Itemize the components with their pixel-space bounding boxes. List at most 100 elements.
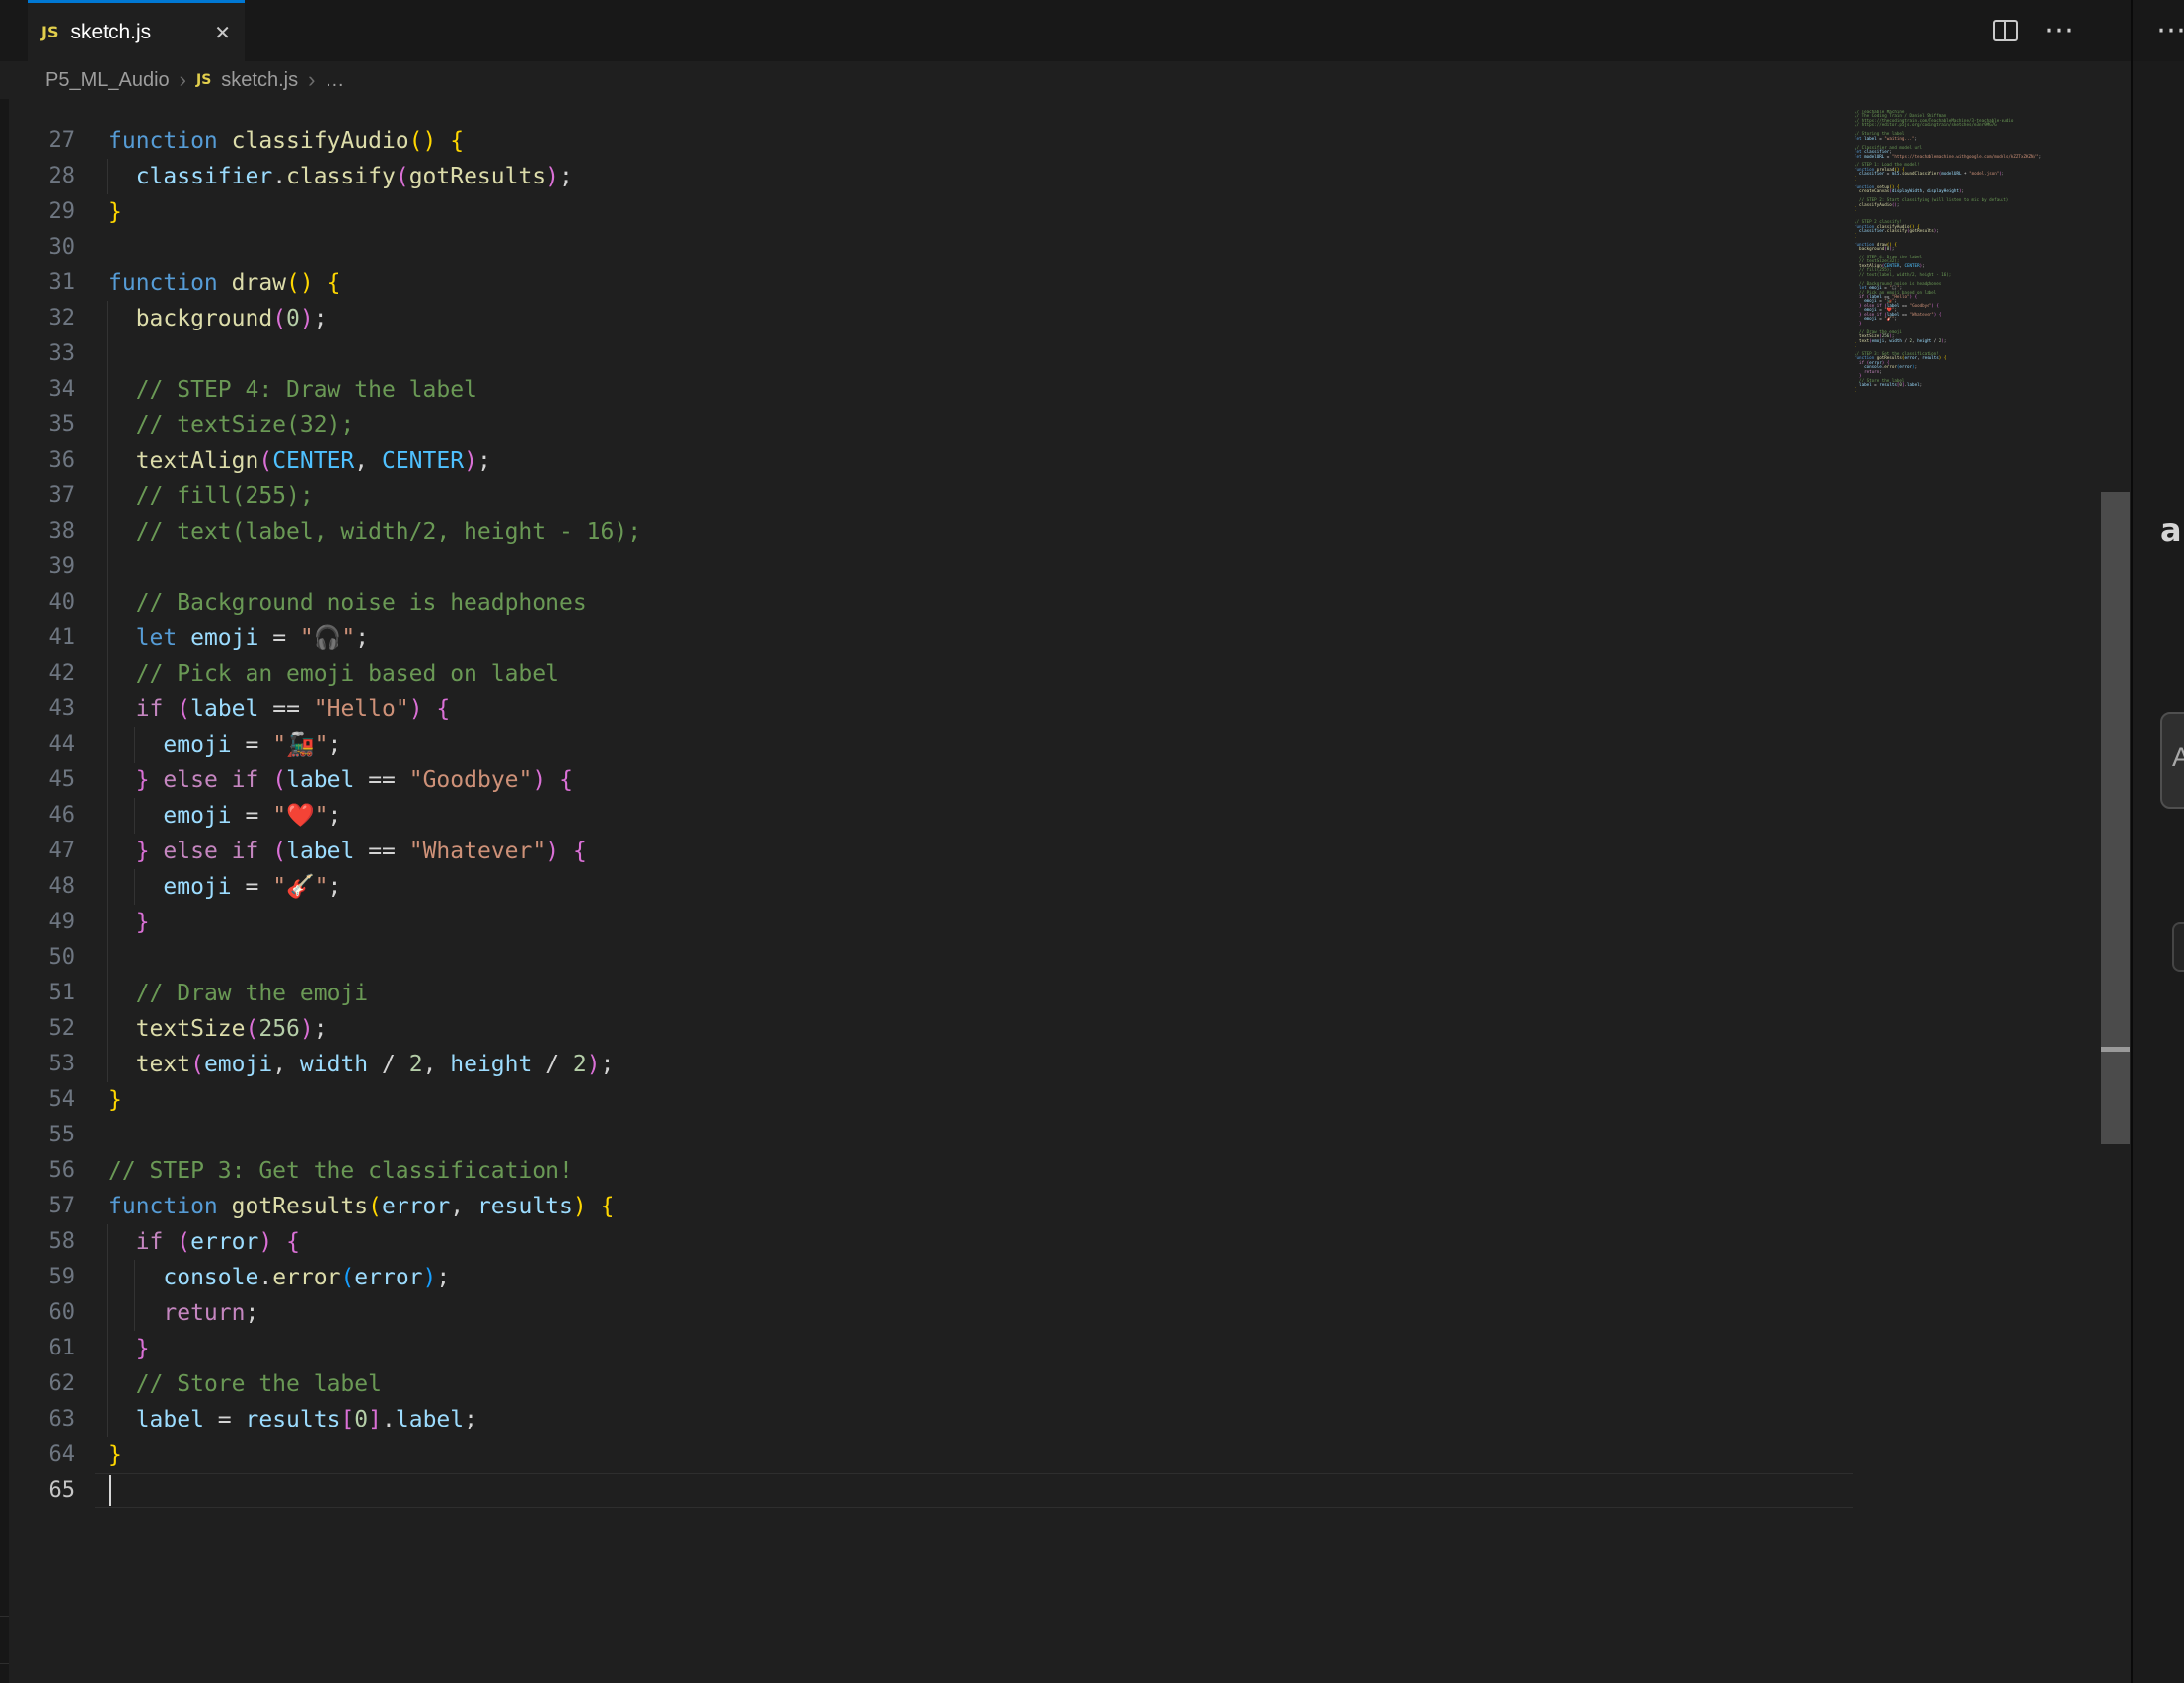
partial-key-card-2[interactable]: [2172, 922, 2184, 972]
indent-guide: [107, 1295, 108, 1331]
line-number: 37: [0, 478, 75, 514]
code-text: }: [109, 905, 150, 940]
line-number: 35: [0, 407, 75, 443]
code-line[interactable]: 57function gotResults(error, results) {: [0, 1189, 2131, 1224]
line-number: 39: [0, 549, 75, 585]
indent-guide: [107, 976, 108, 1011]
code-line[interactable]: 27function classifyAudio() {: [0, 123, 2131, 159]
code-text: if (label == "Hello") {: [109, 692, 450, 727]
chevron-right-icon: ›: [180, 67, 186, 93]
code-text: // Background noise is headphones: [109, 585, 587, 621]
code-line[interactable]: 63 label = results[0].label;: [0, 1402, 2131, 1437]
code-line[interactable]: 51 // Draw the emoji: [0, 976, 2131, 1011]
code-line[interactable]: 40 // Background noise is headphones: [0, 585, 2131, 621]
code-line[interactable]: 60 return;: [0, 1295, 2131, 1331]
code-line[interactable]: 35 // textSize(32);: [0, 407, 2131, 443]
code-line[interactable]: 38 // text(label, width/2, height - 16);: [0, 514, 2131, 549]
code-line[interactable]: 33: [0, 336, 2131, 372]
minimap[interactable]: // Teachable Machine// The Coding Train …: [1855, 110, 2101, 406]
code-text: // text(label, width/2, height - 16);: [109, 514, 641, 549]
code-text: function gotResults(error, results) {: [109, 1189, 614, 1224]
overview-ruler-cursor-marker: [2101, 1047, 2130, 1052]
code-line[interactable]: 61 }: [0, 1331, 2131, 1366]
code-line[interactable]: 31function draw() {: [0, 265, 2131, 301]
indent-guide: [107, 549, 108, 585]
code-line[interactable]: 48 emoji = "🎸";: [0, 869, 2131, 905]
code-line[interactable]: 28 classifier.classify(gotResults);: [0, 159, 2131, 194]
tab-label: sketch.js: [70, 21, 206, 44]
code-line[interactable]: 54}: [0, 1082, 2131, 1118]
indent-guide: [107, 407, 108, 443]
split-editor-icon[interactable]: [1993, 20, 2018, 41]
code-line[interactable]: 45 } else if (label == "Goodbye") {: [0, 763, 2131, 798]
code-line[interactable]: 39: [0, 549, 2131, 585]
partial-text-glyph: a: [2160, 511, 2182, 549]
indent-guide: [107, 1366, 108, 1402]
code-text: if (error) {: [109, 1224, 300, 1260]
line-number: 27: [0, 123, 75, 159]
line-number: 49: [0, 905, 75, 940]
code-line[interactable]: 34 // STEP 4: Draw the label: [0, 372, 2131, 407]
text-cursor: [109, 1475, 111, 1506]
code-line[interactable]: 43 if (label == "Hello") {: [0, 692, 2131, 727]
indent-guide: [107, 1047, 108, 1082]
code-line[interactable]: 42 // Pick an emoji based on label: [0, 656, 2131, 692]
code-line[interactable]: 65: [0, 1473, 2131, 1508]
code-line[interactable]: 37 // fill(255);: [0, 478, 2131, 514]
code-line[interactable]: 29}: [0, 194, 2131, 230]
line-number: 45: [0, 763, 75, 798]
breadcrumb-folder[interactable]: P5_ML_Audio: [45, 69, 170, 92]
line-number: 43: [0, 692, 75, 727]
code-line[interactable]: 32 background(0);: [0, 301, 2131, 336]
line-number: 61: [0, 1331, 75, 1366]
line-number: 60: [0, 1295, 75, 1331]
code-line[interactable]: 55: [0, 1118, 2131, 1153]
code-line[interactable]: 52 textSize(256);: [0, 1011, 2131, 1047]
code-line[interactable]: 47 } else if (label == "Whatever") {: [0, 834, 2131, 869]
code-text: }: [109, 1082, 122, 1118]
code-text: } else if (label == "Whatever") {: [109, 834, 587, 869]
code-line[interactable]: 64}: [0, 1437, 2131, 1473]
code-line[interactable]: 49 }: [0, 905, 2131, 940]
editor-actions: ⋯: [1993, 0, 2111, 61]
second-group-tab-strip: ⋯: [2133, 0, 2184, 61]
line-number: 29: [0, 194, 75, 230]
code-line[interactable]: 62 // Store the label: [0, 1366, 2131, 1402]
indent-guide: [107, 336, 108, 372]
code-text: textSize(256);: [109, 1011, 328, 1047]
code-line[interactable]: 59 console.error(error);: [0, 1260, 2131, 1295]
indent-guide: [107, 514, 108, 549]
code-line[interactable]: 58 if (error) {: [0, 1224, 2131, 1260]
indent-guide: [107, 1331, 108, 1366]
line-number: 38: [0, 514, 75, 549]
key-card-letter: A: [2172, 742, 2184, 772]
more-actions-icon[interactable]: ⋯: [2044, 0, 2074, 61]
indent-guide: [107, 1260, 108, 1295]
code-line[interactable]: 53 text(emoji, width / 2, height / 2);: [0, 1047, 2131, 1082]
tab-sketch-js[interactable]: JS sketch.js ✕: [28, 0, 245, 61]
indent-guide: [107, 621, 108, 656]
code-rows: 27function classifyAudio() {28 classifie…: [0, 123, 2131, 1508]
tab-bar: JS sketch.js ✕ ⋯: [0, 0, 2131, 61]
breadcrumb-symbol-tail[interactable]: …: [325, 69, 344, 92]
code-line[interactable]: 56// STEP 3: Get the classification!: [0, 1153, 2131, 1189]
indent-guide: [107, 1224, 108, 1260]
code-line[interactable]: 41 let emoji = "🎧";: [0, 621, 2131, 656]
code-text: // STEP 3: Get the classification!: [109, 1153, 573, 1189]
second-editor-group: ⋯ a A: [2133, 0, 2184, 1683]
close-tab-icon[interactable]: ✕: [214, 21, 231, 44]
code-line[interactable]: 46 emoji = "❤️";: [0, 798, 2131, 834]
code-line[interactable]: 44 emoji = "🚂";: [0, 727, 2131, 763]
line-number: 63: [0, 1402, 75, 1437]
more-actions-icon[interactable]: ⋯: [2156, 0, 2184, 61]
code-line[interactable]: 30: [0, 230, 2131, 265]
breadcrumb-file[interactable]: sketch.js: [221, 69, 298, 92]
partial-key-card[interactable]: A: [2160, 712, 2184, 809]
code-text: emoji = "❤️";: [109, 798, 341, 834]
code-line[interactable]: 36 textAlign(CENTER, CENTER);: [0, 443, 2131, 478]
code-editor[interactable]: 27function classifyAudio() {28 classifie…: [0, 99, 2131, 1683]
line-number: 33: [0, 336, 75, 372]
line-number: 59: [0, 1260, 75, 1295]
code-line[interactable]: 50: [0, 940, 2131, 976]
line-number: 36: [0, 443, 75, 478]
